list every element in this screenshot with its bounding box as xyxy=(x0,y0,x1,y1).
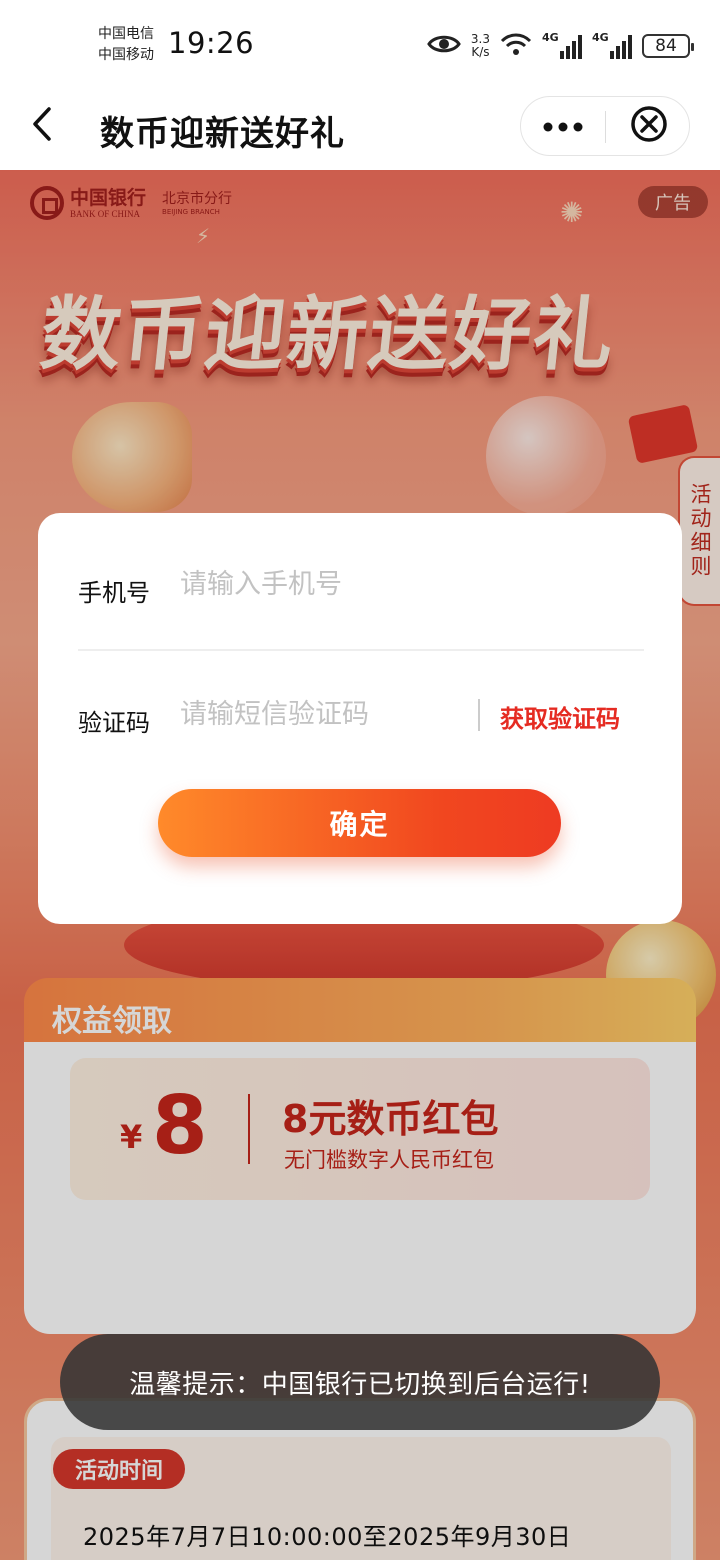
code-input[interactable] xyxy=(180,699,480,730)
status-time: 19:26 xyxy=(168,26,255,60)
carrier-1: 中国电信 xyxy=(98,26,154,42)
carrier-info: 中国电信 中国移动 xyxy=(98,24,154,66)
phone-input[interactable] xyxy=(180,569,480,600)
back-button[interactable] xyxy=(22,104,62,148)
close-button[interactable] xyxy=(607,97,691,155)
signal-1-label: 4G xyxy=(542,31,559,44)
signal-icon: 4G xyxy=(592,31,632,59)
code-label: 验证码 xyxy=(78,709,150,737)
field-divider xyxy=(78,649,644,651)
app-header: 数币迎新送好礼 xyxy=(0,88,720,170)
close-circle-icon xyxy=(630,105,668,147)
carrier-2: 中国移动 xyxy=(98,47,154,63)
battery-icon: 84 xyxy=(642,34,694,58)
status-bar: 中国电信 中国移动 19:26 3.3 K/s 4G 4G 84 xyxy=(0,0,720,88)
net-speed-unit: K/s xyxy=(471,45,490,59)
confirm-button[interactable]: 确定 xyxy=(158,789,561,857)
signal-icon: 4G xyxy=(542,31,582,59)
login-modal: 手机号 验证码 获取验证码 确定 xyxy=(38,513,682,924)
chevron-left-icon xyxy=(31,106,53,146)
more-dots-icon xyxy=(543,117,583,136)
network-speed: 3.3 K/s xyxy=(471,33,490,59)
phone-label: 手机号 xyxy=(78,579,150,607)
toast-message: 温馨提示：中国银行已切换到后台运行! xyxy=(60,1334,660,1430)
get-code-button[interactable]: 获取验证码 xyxy=(500,699,620,734)
signal-2-label: 4G xyxy=(592,31,609,44)
eye-icon xyxy=(427,33,461,59)
battery-level: 84 xyxy=(655,36,677,56)
mini-program-capsule xyxy=(520,96,690,156)
status-icons: 3.3 K/s 4G 4G 84 xyxy=(427,28,694,64)
capsule-divider xyxy=(605,111,606,143)
toast-text: 温馨提示：中国银行已切换到后台运行! xyxy=(129,1369,591,1400)
wifi-icon xyxy=(500,32,532,60)
code-divider xyxy=(478,699,480,731)
page-title: 数币迎新送好礼 xyxy=(100,114,345,154)
more-button[interactable] xyxy=(521,97,605,155)
